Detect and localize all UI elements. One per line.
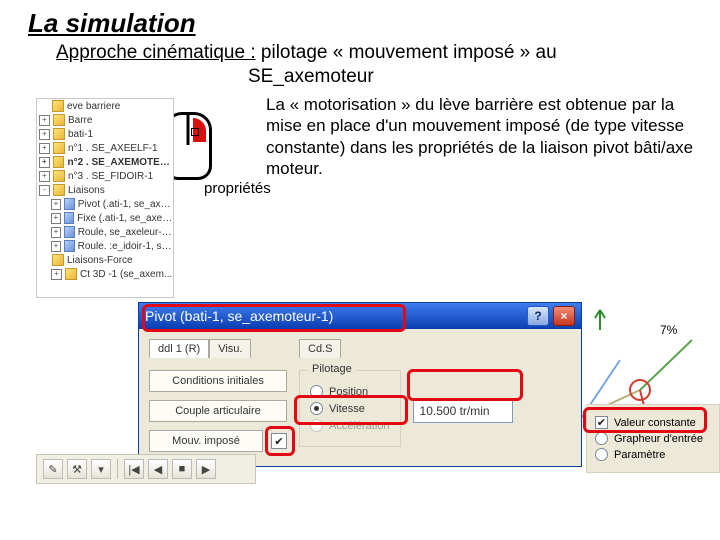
tabs: ddl 1 (R) Visu. [149, 339, 287, 358]
tree-item[interactable]: Liaisons-Force [37, 253, 173, 267]
tree-item[interactable]: +n°2 . SE_AXEMOTER-1 [37, 155, 173, 169]
body-paragraph: La « motorisation » du lève barrière est… [266, 94, 696, 179]
toolbar-button-4[interactable]: ◀ [148, 459, 168, 479]
tree-item[interactable]: +Fixe (.ati-1, se_axeelf-1... [37, 211, 173, 225]
radio-graph[interactable]: Grapheur d'entrée [595, 432, 711, 445]
toolbar-button-1[interactable]: ⚒ [67, 459, 87, 479]
highlight-checkbox [265, 426, 295, 456]
tree-item[interactable]: +Pivot (.ati-1, se_axenp... [37, 197, 173, 211]
subtitle: Approche cinématique : pilotage « mouvem… [56, 42, 557, 64]
speed-value-field[interactable]: 10.500 tr/min [413, 399, 513, 423]
tree-item[interactable]: +n°1 . SE_AXEELF-1 [37, 141, 173, 155]
tab-cds[interactable]: Cd.S [299, 339, 341, 358]
subtitle-line2: SE_axemoteur [248, 66, 374, 88]
radio-param[interactable]: Paramètre [595, 448, 711, 461]
imposed-motion-button[interactable]: Mouv. imposé [149, 430, 263, 452]
joint-torque-button[interactable]: Couple articulaire [149, 400, 287, 422]
tree-item[interactable]: eve barriere [37, 99, 173, 113]
pilotage-group: Pilotage Position Vitesse Accélération [299, 370, 401, 447]
tab-ddl[interactable]: ddl 1 (R) [149, 339, 209, 358]
tree-item[interactable]: +bati-1 [37, 127, 173, 141]
tab-visu[interactable]: Visu. [209, 339, 251, 358]
toolbar-button-6[interactable]: ▶ [196, 459, 216, 479]
toolbar-button-2[interactable]: ▾ [91, 459, 111, 479]
tree-item[interactable]: +Roule. :e_idoir-1, se_a... [37, 239, 173, 253]
page-title: La simulation [28, 8, 196, 39]
pilotage-label: Pilotage [308, 363, 356, 375]
tree-item[interactable]: +Barre [37, 113, 173, 127]
subtitle-underline: Approche cinématique : [56, 42, 256, 63]
initial-conditions-button[interactable]: Conditions initiales [149, 370, 287, 392]
highlight-vitesse [294, 395, 408, 425]
tree-item[interactable]: +Roule, se_axeleur-1, s... [37, 225, 173, 239]
radio-graph-label: Grapheur d'entrée [614, 433, 703, 445]
radio-param-label: Paramètre [614, 449, 665, 461]
toolbar-button-5[interactable]: ■ [172, 459, 192, 479]
window-titlebar[interactable]: Pivot (bati-1, se_axemoteur-1) ? × [139, 303, 581, 329]
help-button[interactable]: ? [527, 306, 549, 326]
toolbar-button-0[interactable]: ✎ [43, 459, 63, 479]
close-button[interactable]: × [553, 306, 575, 326]
tree-item[interactable]: +n°3 . SE_FIDOIR-1 [37, 169, 173, 183]
context-menu-label: propriétés [204, 180, 271, 197]
window-title: Pivot (bati-1, se_axemoteur-1) [145, 308, 523, 324]
pivot-properties-window: Pivot (bati-1, se_axemoteur-1) ? × ddl 1… [138, 302, 582, 467]
svg-text:7%: 7% [660, 323, 678, 337]
tree-item[interactable]: -Liaisons [37, 183, 173, 197]
value-source-group: ✔Valeur constante Grapheur d'entrée Para… [586, 404, 720, 473]
toolbar-button-3[interactable]: |◀ [124, 459, 144, 479]
tree-item[interactable]: +Ct 3D -1 (se_axem... [37, 267, 173, 281]
highlight-const [583, 407, 707, 433]
subtitle-rest: pilotage « mouvement imposé » au [256, 42, 557, 63]
playback-toolbar: ✎⚒▾ |◀◀■▶ [36, 454, 256, 484]
highlight-value [407, 369, 523, 401]
feature-tree[interactable]: eve barriere+Barre+bati-1+n°1 . SE_AXEEL… [36, 98, 174, 298]
